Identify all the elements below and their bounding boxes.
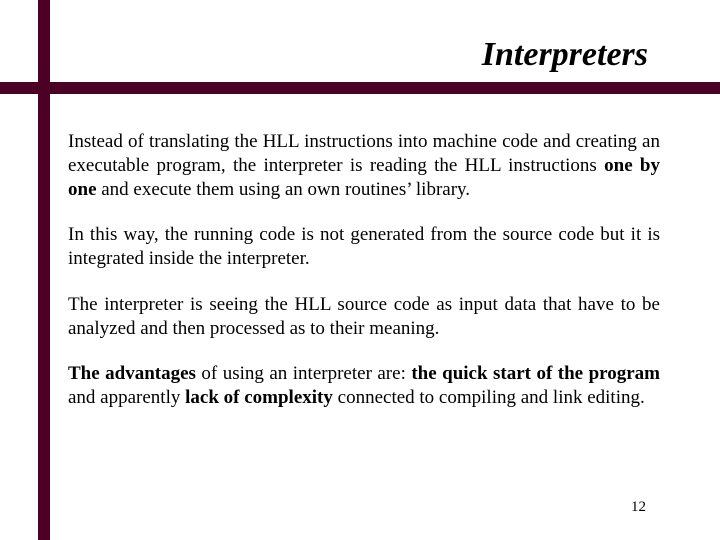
- slide-body: Instead of translating the HLL instructi…: [68, 130, 660, 432]
- paragraph-1: Instead of translating the HLL instructi…: [68, 130, 660, 201]
- horizontal-accent-bar: [0, 82, 720, 94]
- slide-title: Interpreters: [482, 36, 648, 74]
- paragraph-3: The interpreter is seeing the HLL source…: [68, 293, 660, 341]
- vertical-accent-bar: [38, 0, 50, 540]
- paragraph-4: The advantages of using an interpreter a…: [68, 362, 660, 410]
- page-number: 12: [631, 499, 646, 516]
- paragraph-2: In this way, the running code is not gen…: [68, 223, 660, 271]
